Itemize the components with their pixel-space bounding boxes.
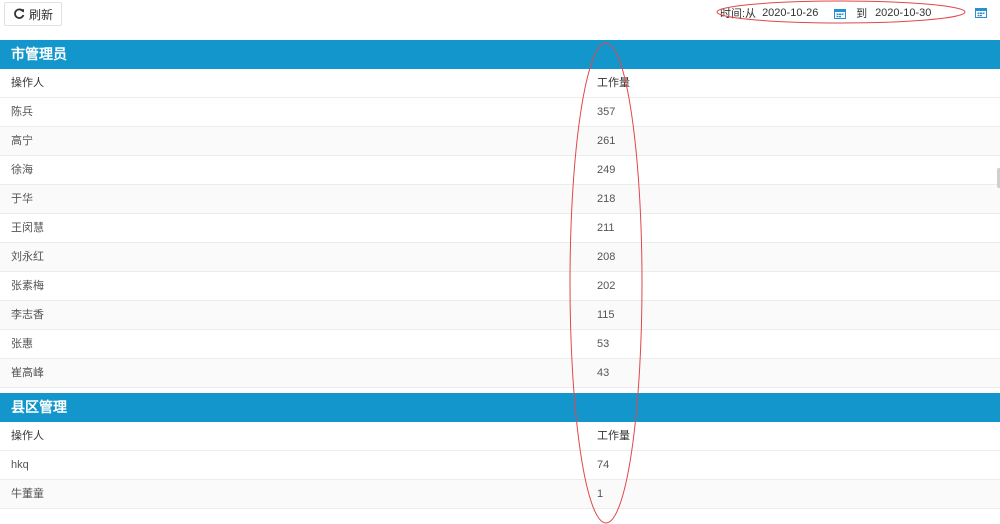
column-header-operator: 操作人 <box>11 77 44 89</box>
calendar-icon[interactable] <box>975 7 987 18</box>
table-row: 徐海 249 <box>0 156 1000 185</box>
refresh-button[interactable]: 刷新 <box>4 2 63 26</box>
workload-cell: 357 <box>597 106 616 118</box>
workload-cell: 43 <box>597 367 610 379</box>
operator-cell: 张惠 <box>11 338 33 350</box>
date-to-label: 到 <box>856 8 868 20</box>
table-row: 崔高峰 43 <box>0 359 1000 388</box>
table-header-row: 操作人 工作量 <box>0 422 1000 451</box>
operator-cell: 张素梅 <box>11 280 44 292</box>
workload-cell: 211 <box>597 222 615 234</box>
table-header-row: 操作人 工作量 <box>0 69 1000 98</box>
operator-cell: 徐海 <box>11 164 33 176</box>
operator-cell: 崔高峰 <box>11 367 44 379</box>
column-header-workload: 工作量 <box>597 430 630 442</box>
table-row: 陈兵 357 <box>0 98 1000 127</box>
date-from-label: 时间:从 <box>720 8 757 20</box>
table-row: 高宁 261 <box>0 127 1000 156</box>
date-range: 时间:从 2020-10-26 到 2020-10-30 <box>720 2 947 24</box>
column-header-operator: 操作人 <box>11 430 44 442</box>
section-county-admin: 县区管理 操作人 工作量 hkq 74 牛董童 1 <box>0 393 1000 509</box>
table-row: 李志香 115 <box>0 301 1000 330</box>
workload-cell: 261 <box>597 135 616 147</box>
table-row: 张惠 53 <box>0 330 1000 359</box>
workload-cell: 202 <box>597 280 616 292</box>
table-row: 王闵慧 211 <box>0 214 1000 243</box>
section-title: 县区管理 <box>0 393 1000 422</box>
operator-cell: 高宁 <box>11 135 33 147</box>
operator-cell: 于华 <box>11 193 33 205</box>
toolbar: 刷新 时间:从 2020-10-26 到 2020-10-30 <box>0 0 1000 36</box>
workload-cell: 74 <box>597 459 610 471</box>
operator-cell: 刘永红 <box>11 251 44 263</box>
section-city-admin: 市管理员 操作人 工作量 陈兵 357 高宁 261 徐海 249 于华 218 王闵慧… <box>0 40 1000 388</box>
workload-page: 刷新 时间:从 2020-10-26 到 2020-10-30 市管理员 操作人… <box>0 0 1000 524</box>
table-row: 刘永红 208 <box>0 243 1000 272</box>
operator-cell: 陈兵 <box>11 106 33 118</box>
operator-cell: hkq <box>11 459 29 471</box>
calendar-icon[interactable] <box>834 8 847 19</box>
refresh-label: 刷新 <box>29 7 54 22</box>
date-from-field[interactable]: 2020-10-26 <box>762 7 834 19</box>
column-header-workload: 工作量 <box>597 77 630 89</box>
refresh-icon <box>13 8 25 20</box>
operator-cell: 李志香 <box>11 309 44 321</box>
workload-cell: 1 <box>597 488 604 500</box>
date-to-field[interactable]: 2020-10-30 <box>875 7 947 19</box>
operator-cell: 王闵慧 <box>11 222 44 234</box>
workload-cell: 53 <box>597 338 610 350</box>
table-row: 于华 218 <box>0 185 1000 214</box>
workload-cell: 249 <box>597 164 616 176</box>
table-row: 牛董童 1 <box>0 480 1000 509</box>
operator-cell: 牛董童 <box>11 488 44 500</box>
workload-cell: 218 <box>597 193 616 205</box>
workload-cell: 208 <box>597 251 616 263</box>
workload-cell: 115 <box>597 309 615 321</box>
table-row: 张素梅 202 <box>0 272 1000 301</box>
section-title: 市管理员 <box>0 40 1000 69</box>
table-row: hkq 74 <box>0 451 1000 480</box>
